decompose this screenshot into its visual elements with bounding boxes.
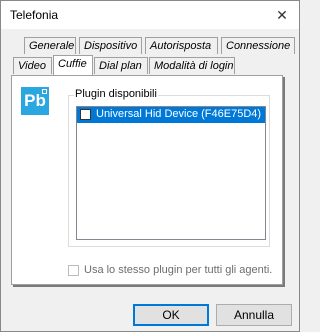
ok-button[interactable]: OK	[133, 304, 209, 326]
close-icon[interactable]: ✕	[271, 4, 293, 26]
tab-panel-cuffie: Pb Plugin disponibili Universal Hid Devi…	[11, 75, 283, 285]
tab-cuffie[interactable]: Cuffie	[53, 55, 93, 75]
tab-video[interactable]: Video	[13, 57, 52, 74]
same-plugin-label: Usa lo stesso plugin per tutti gli agent…	[84, 264, 273, 276]
plugin-logo-icon: Pb	[21, 87, 49, 115]
tab-modalita-di-login[interactable]: Modalità di login	[149, 57, 235, 74]
tab-dispositivo[interactable]: Dispositivo	[79, 37, 142, 54]
plugin-list[interactable]: Universal Hid Device (F46E75D4)	[76, 106, 266, 240]
tab-autorisposta[interactable]: Autorisposta	[145, 37, 218, 54]
plugin-group-label: Plugin disponibili	[74, 88, 158, 100]
plugin-name: Universal Hid Device (F46E75D4)	[96, 108, 262, 120]
list-item[interactable]: Universal Hid Device (F46E75D4)	[77, 107, 265, 123]
title-bar: Telefonia ✕	[1, 1, 299, 29]
dialog-window: Telefonia ✕ Generale Dispositivo Autoris…	[0, 0, 300, 332]
cancel-button[interactable]: Annulla	[216, 304, 292, 326]
window-title: Telefonia	[10, 8, 59, 22]
logo-plus-icon	[42, 89, 47, 94]
tab-connessione[interactable]: Connessione	[221, 37, 295, 54]
same-plugin-checkbox[interactable]	[68, 265, 79, 276]
plugin-checkbox[interactable]	[80, 109, 91, 120]
tab-generale[interactable]: Generale	[24, 37, 76, 54]
tab-dial-plan[interactable]: Dial plan	[94, 57, 148, 74]
